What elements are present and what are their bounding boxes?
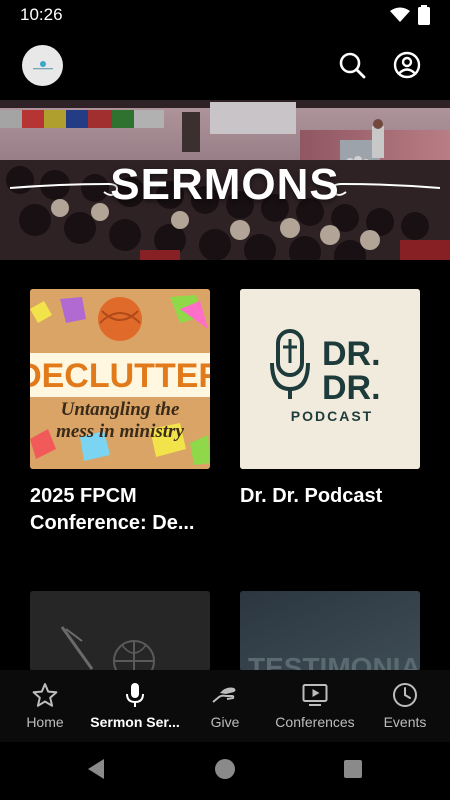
status-time: 10:26 [20,5,63,24]
series-thumbnail [30,591,210,671]
nav-give[interactable]: Give [180,670,270,742]
home-circle-icon[interactable] [215,759,235,779]
account-icon[interactable] [393,51,421,79]
declutter-heading: DECLUTTER [30,357,210,395]
clock-icon [393,683,417,707]
nav-home[interactable]: Home [0,670,90,742]
series-card-testimonials[interactable]: TESTIMONIALS [240,591,420,671]
nav-sermon-series-label: Sermon Ser... [90,714,180,730]
series-title: 2025 FPCM Conference: De... [30,485,195,534]
series-thumbnail: TESTIMONIALS [240,591,420,671]
nav-conferences-label: Conferences [275,714,355,730]
series-card-declutter[interactable]: DECLUTTER Untangling the mess in ministr… [30,289,210,537]
nav-events-label: Events [383,714,427,730]
podcast-heading-2: DR. [322,369,381,407]
church-logo-icon[interactable] [22,45,63,86]
logo-mark [32,60,53,69]
nav-events[interactable]: Events [360,670,450,742]
declutter-subtitle-2: mess in ministry [56,421,184,442]
system-navigation-bar [0,742,450,800]
testimonials-artwork: TESTIMONIALS [240,591,420,671]
hero-title: SERMONS [110,160,340,209]
podcast-subtitle: PODCAST [291,408,373,424]
nav-home-label: Home [26,714,64,730]
status-icons [390,5,430,25]
giving-hand-icon [212,687,236,703]
nav-conferences[interactable]: Conferences [270,670,360,742]
sermons-hero-banner[interactable]: SERMONS [0,100,450,260]
app-bar [0,40,450,92]
search-icon[interactable] [338,51,366,79]
series-thumbnail: DECLUTTER Untangling the mess in ministr… [30,289,210,469]
series-thumbnail: DR. DR. PODCAST [240,289,420,469]
wifi-icon [390,7,410,22]
declutter-artwork: DECLUTTER Untangling the mess in ministr… [30,289,210,469]
microphone-icon [126,683,144,707]
video-play-icon [302,684,328,706]
testimonials-heading: TESTIMONIALS [248,652,420,671]
recents-square-icon[interactable] [344,760,362,778]
podcast-heading-1: DR. [322,335,381,373]
status-bar: 10:26 [0,0,450,30]
star-icon [32,683,58,707]
podcast-artwork: DR. DR. PODCAST [240,289,420,469]
bottom-navigation: Home Sermon Ser... Give Conferences Even… [0,670,450,742]
declutter-subtitle-1: Untangling the [61,399,180,420]
series-card-3[interactable] [30,591,210,671]
series-title: Dr. Dr. Podcast [240,485,383,507]
battery-icon [418,5,430,25]
back-icon[interactable] [88,759,104,779]
system-nav-icons [88,759,362,779]
series-artwork [30,591,210,671]
series-card-podcast[interactable]: DR. DR. PODCAST Dr. Dr. Podcast [240,289,420,510]
nav-give-label: Give [210,714,240,730]
nav-sermon-series[interactable]: Sermon Ser... [90,670,180,742]
